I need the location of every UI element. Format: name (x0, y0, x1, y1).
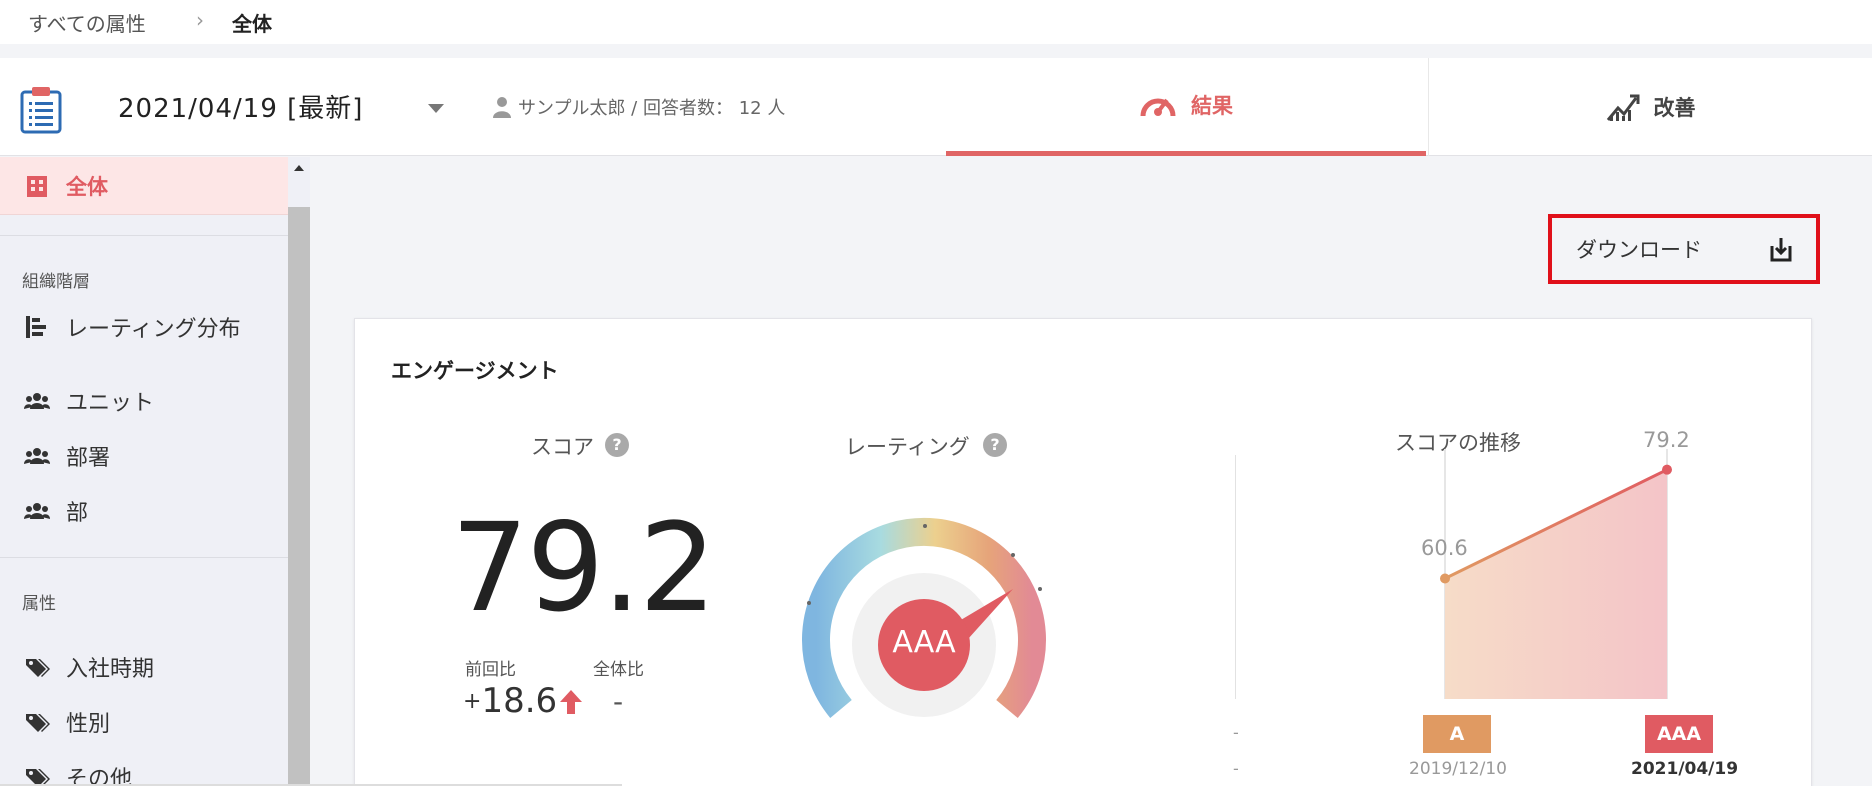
breadcrumb-parent-link[interactable]: すべての属性 (28, 8, 146, 37)
sidebar-item-other[interactable]: その他 (24, 761, 132, 786)
sidebar-item-label: ユニット (66, 391, 155, 416)
sidebar-item-unit[interactable]: ユニット (24, 385, 154, 417)
users-icon (24, 503, 50, 519)
download-button[interactable]: ダウンロード (1548, 214, 1820, 284)
overall-compare-label: 全体比 (593, 660, 644, 680)
trend-point[interactable] (1662, 464, 1672, 475)
help-icon[interactable]: ? (983, 433, 1007, 457)
building-icon (27, 176, 47, 197)
trend-point-label: 60.6 (1421, 536, 1468, 561)
help-icon[interactable]: ? (605, 433, 629, 457)
sidebar-item-rating-distribution[interactable]: レーティング分布 (24, 311, 241, 343)
sidebar-heading-attr: 属性 (22, 594, 56, 614)
tab-result-label: 結果 (1191, 93, 1233, 118)
users-icon (24, 393, 50, 409)
arrow-up-icon (560, 690, 582, 714)
trend-dash: - (1233, 723, 1239, 742)
score-label: スコア (531, 435, 594, 459)
rating-value: AAA (892, 625, 956, 660)
sidebar-item-all-content[interactable]: 全体 (24, 171, 108, 201)
tags-icon (26, 769, 50, 786)
sidebar-item-label: レーティング分布 (66, 317, 241, 342)
rating-badge: AAA (1645, 715, 1713, 753)
engagement-card: エンゲージメント スコア ? 79.2 前回比 全体比 +18.6 - レーティ… (354, 318, 1812, 786)
score-value: 79.2 (451, 497, 717, 639)
card-title: エンゲージメント (391, 359, 559, 383)
user-icon (493, 97, 511, 118)
prev-compare-label: 前回比 (465, 660, 516, 680)
sidebar-item-gender[interactable]: 性別 (24, 706, 110, 738)
sidebar-item-label: 部 (66, 501, 89, 526)
trend-area (1445, 469, 1667, 699)
sidebar-item-join-date[interactable]: 入社時期 (24, 651, 154, 683)
sidebar-item-division[interactable]: 部 (24, 495, 88, 527)
sidebar-scrollbar[interactable] (288, 157, 310, 786)
tags-icon (26, 659, 50, 677)
survey-date-select[interactable]: 2021/04/19 [最新] (118, 88, 363, 125)
scrollbar-thumb[interactable] (288, 207, 310, 786)
speedometer-icon (1140, 98, 1176, 116)
tab-result[interactable]: 結果 (946, 58, 1426, 156)
tags-icon (26, 714, 50, 732)
trend-dash: - (1233, 759, 1239, 778)
sidebar-divider (0, 235, 288, 236)
sidebar-item-department[interactable]: 部署 (24, 440, 110, 472)
sidebar-item-label: その他 (66, 767, 133, 786)
trend-date: 2019/12/10 (1409, 759, 1507, 779)
chevron-down-icon[interactable] (428, 104, 444, 113)
prev-compare-sign: + (463, 689, 482, 714)
scroll-up-arrow-icon[interactable] (294, 165, 304, 171)
respondent-info: サンプル太郎 / 回答者数： 12 人 (518, 98, 786, 119)
trend-point[interactable] (1440, 573, 1450, 584)
clipboard-icon (20, 87, 62, 134)
sidebar-divider (0, 557, 288, 558)
trend-point-label: 79.2 (1643, 427, 1690, 452)
download-label: ダウンロード (1576, 238, 1702, 262)
sidebar-heading-org: 組織階層 (22, 272, 90, 292)
breadcrumb-separator: › (196, 8, 204, 32)
trend-date: 2021/04/19 (1631, 759, 1739, 779)
bar-chart-icon (26, 316, 46, 338)
sidebar-item-all-label: 全体 (66, 175, 108, 199)
trend-chart (1440, 449, 1672, 699)
breadcrumb-current: 全体 (232, 12, 272, 36)
sidebar-item-label: 性別 (66, 712, 111, 737)
users-icon (24, 448, 50, 464)
sidebar: 全体 組織階層 レーティング分布 ユニット 部署 部 属性 入社時期 性別 その… (0, 157, 310, 786)
prev-compare-number: 18.6 (481, 681, 558, 721)
breadcrumb-bar: すべての属性 › 全体 (0, 0, 1872, 44)
chart-trend-icon (1606, 94, 1639, 121)
tab-improve[interactable]: 改善 (1428, 58, 1872, 156)
rating-label: レーティング (845, 435, 970, 459)
rating-badge: A (1423, 715, 1491, 753)
prev-compare-value: +18.6 (463, 681, 557, 721)
header-bar: 2021/04/19 [最新] サンプル太郎 / 回答者数： 12 人 結果 改… (0, 58, 1872, 156)
tab-improve-label: 改善 (1653, 96, 1696, 120)
download-icon (1770, 238, 1792, 262)
sidebar-item-label: 入社時期 (66, 657, 155, 682)
overall-compare-value: - (613, 685, 624, 718)
sidebar-item-label: 部署 (66, 446, 111, 471)
